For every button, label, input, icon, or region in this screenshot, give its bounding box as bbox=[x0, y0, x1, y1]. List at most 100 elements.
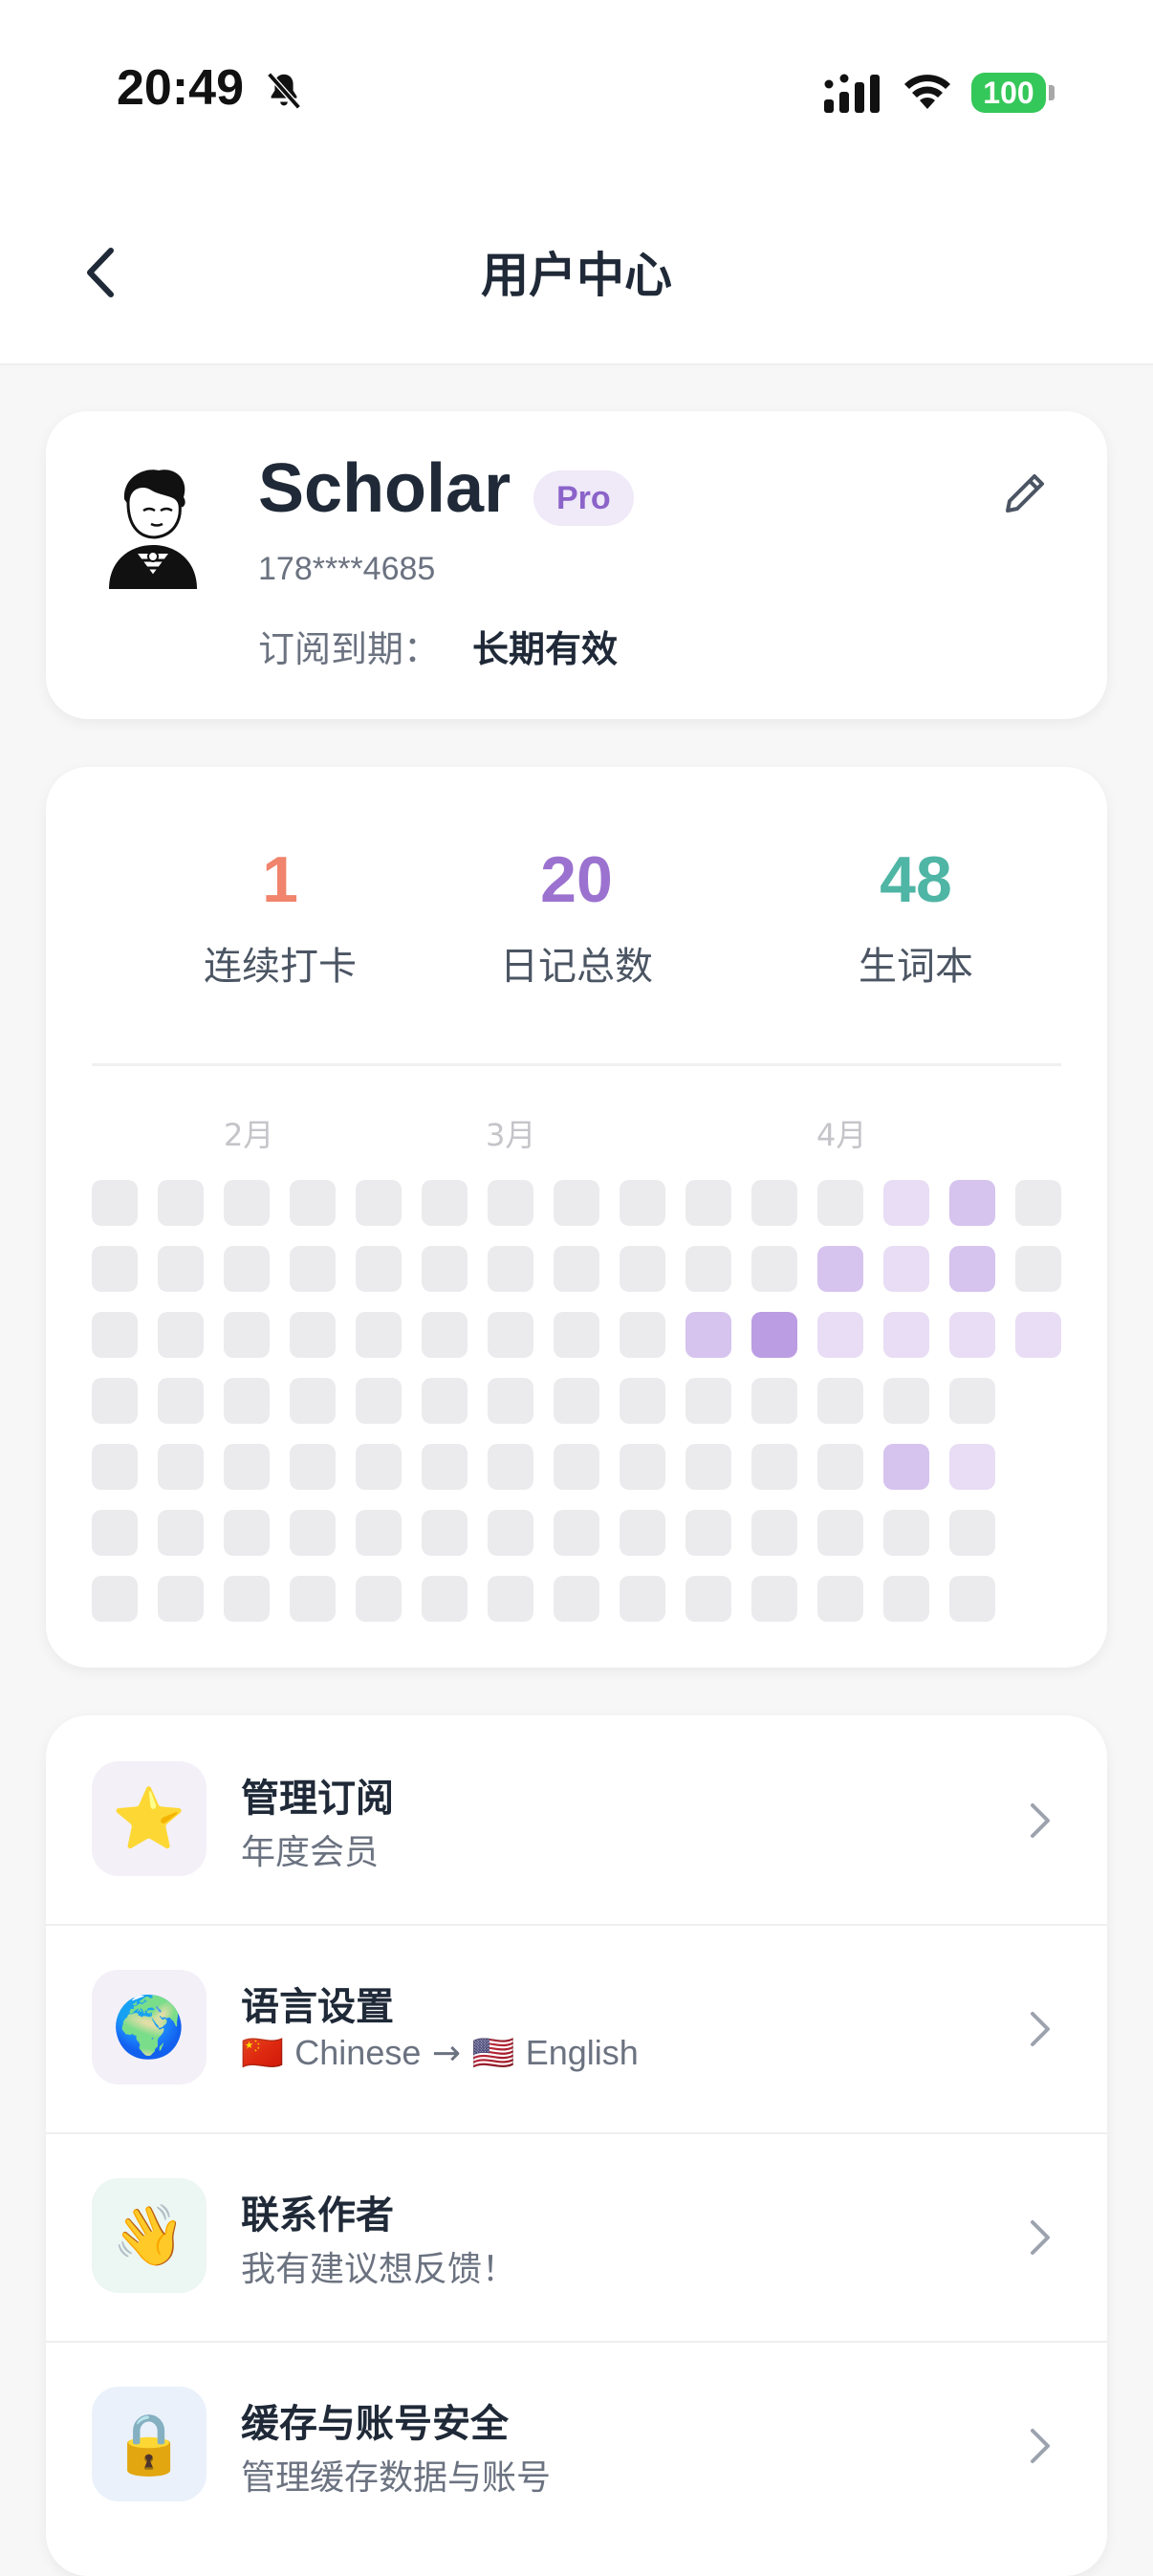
status-bar: 20:49 100 bbox=[0, 0, 1153, 182]
heatmap-cell bbox=[488, 1246, 533, 1292]
heatmap-cell bbox=[290, 1180, 336, 1226]
heatmap-cell bbox=[290, 1378, 336, 1424]
heatmap-cell bbox=[92, 1444, 138, 1490]
heatmap-cell bbox=[554, 1444, 599, 1490]
heatmap-cell bbox=[817, 1576, 863, 1622]
heatmap-cell bbox=[422, 1312, 468, 1358]
heatmap-cell bbox=[422, 1444, 468, 1490]
heatmap-cell bbox=[751, 1378, 797, 1424]
menu-title: 管理订阅 bbox=[241, 1777, 394, 1821]
heatmap-cell bbox=[685, 1510, 731, 1556]
heatmap-cell bbox=[949, 1312, 995, 1358]
chevron-right-icon bbox=[1031, 2012, 1050, 2046]
heatmap-cell bbox=[488, 1378, 533, 1424]
navigation-bar: 用户中心 bbox=[0, 182, 1153, 365]
heatmap-cell bbox=[1015, 1312, 1061, 1358]
battery-tip bbox=[1049, 85, 1055, 100]
status-time: 20:49 bbox=[117, 60, 244, 116]
heatmap-cell bbox=[554, 1510, 599, 1556]
heatmap-cell bbox=[685, 1180, 731, 1226]
heatmap-cell bbox=[290, 1312, 336, 1358]
heatmap-cell bbox=[751, 1246, 797, 1292]
heatmap-cell bbox=[92, 1576, 138, 1622]
user-name: Scholar bbox=[258, 450, 511, 527]
divider bbox=[92, 1063, 1061, 1066]
battery-indicator: 100 bbox=[971, 73, 1046, 113]
heatmap-cell bbox=[554, 1180, 599, 1226]
pro-badge: Pro bbox=[533, 470, 634, 526]
stat-diary-total[interactable]: 20 日记总数 bbox=[433, 841, 720, 991]
heatmap-cell bbox=[488, 1576, 533, 1622]
heatmap-cell bbox=[949, 1444, 995, 1490]
heatmap-cell bbox=[422, 1246, 468, 1292]
menu-title: 语言设置 bbox=[241, 1985, 394, 2029]
heatmap-cell bbox=[290, 1510, 336, 1556]
wifi-icon bbox=[904, 75, 950, 109]
stat-vocabulary[interactable]: 48 生词本 bbox=[772, 841, 1059, 991]
menu-item-subscription[interactable]: ⭐ 管理订阅 年度会员 bbox=[46, 1715, 1107, 1926]
heatmap-cell bbox=[356, 1312, 402, 1358]
heatmap-cell bbox=[949, 1510, 995, 1556]
heatmap-cell bbox=[554, 1378, 599, 1424]
heatmap-cell bbox=[751, 1510, 797, 1556]
heatmap-cell bbox=[290, 1576, 336, 1622]
heatmap-cell bbox=[751, 1444, 797, 1490]
page-title: 用户中心 bbox=[481, 248, 672, 303]
month-label-apr: 4月 bbox=[816, 1117, 867, 1153]
heatmap-cell bbox=[224, 1378, 270, 1424]
heatmap-cell bbox=[685, 1378, 731, 1424]
heatmap-cell bbox=[554, 1246, 599, 1292]
heatmap-cell bbox=[883, 1576, 929, 1622]
stat-diary-label: 日记总数 bbox=[500, 945, 653, 989]
phone-number: 178****4685 bbox=[258, 551, 436, 587]
menu-subtitle-languages: 🇨🇳 Chinese → 🇺🇸 English bbox=[241, 2033, 639, 2073]
heatmap-cell bbox=[92, 1246, 138, 1292]
heatmap-cell bbox=[356, 1576, 402, 1622]
heatmap-cell bbox=[158, 1246, 204, 1292]
target-language: English bbox=[525, 2033, 639, 2072]
menu-title: 联系作者 bbox=[241, 2194, 394, 2238]
heatmap-cell bbox=[224, 1246, 270, 1292]
menu-item-language[interactable]: 🌍 语言设置 🇨🇳 Chinese → 🇺🇸 English bbox=[46, 1924, 1107, 2134]
heatmap-cell bbox=[620, 1180, 665, 1226]
subscription-label: 订阅到期： bbox=[258, 628, 441, 670]
heatmap-cell bbox=[422, 1510, 468, 1556]
heatmap-cell bbox=[356, 1444, 402, 1490]
heatmap-cell bbox=[817, 1246, 863, 1292]
stat-streak-label: 连续打卡 bbox=[204, 945, 357, 989]
stat-streak[interactable]: 1 连续打卡 bbox=[137, 841, 424, 991]
heatmap-cell bbox=[158, 1378, 204, 1424]
china-flag-icon: 🇨🇳 bbox=[241, 2034, 284, 2073]
heatmap-cell bbox=[488, 1444, 533, 1490]
heatmap-cell bbox=[620, 1510, 665, 1556]
heatmap-cell bbox=[883, 1312, 929, 1358]
heatmap-cell bbox=[949, 1180, 995, 1226]
menu-subtitle: 管理缓存数据与账号 bbox=[241, 2458, 552, 2498]
profile-card: Scholar Pro 178****4685 订阅到期： 长期有效 bbox=[46, 411, 1107, 719]
us-flag-icon: 🇺🇸 bbox=[471, 2034, 515, 2073]
stats-card: 1 连续打卡 20 日记总数 48 生词本 2月 3月 4月 bbox=[46, 767, 1107, 1668]
menu-subtitle: 我有建议想反馈！ bbox=[241, 2250, 517, 2289]
heatmap-cell bbox=[224, 1444, 270, 1490]
heatmap-cell bbox=[554, 1576, 599, 1622]
heatmap-cell bbox=[92, 1510, 138, 1556]
heatmap-cell bbox=[620, 1444, 665, 1490]
heatmap-cell bbox=[290, 1444, 336, 1490]
heatmap-cell bbox=[751, 1576, 797, 1622]
subscription-value: 长期有效 bbox=[472, 628, 619, 670]
arrow-right-icon: → bbox=[431, 2034, 461, 2073]
heatmap-cell bbox=[488, 1312, 533, 1358]
heatmap-cell bbox=[158, 1180, 204, 1226]
menu-subtitle: 年度会员 bbox=[241, 1833, 380, 1872]
heatmap-cell bbox=[817, 1378, 863, 1424]
heatmap-cell bbox=[817, 1180, 863, 1226]
menu-item-security[interactable]: 🔒 缓存与账号安全 管理缓存数据与账号 bbox=[46, 2341, 1107, 2549]
avatar[interactable] bbox=[96, 461, 210, 595]
menu-item-contact[interactable]: 👋 联系作者 我有建议想反馈！ bbox=[46, 2132, 1107, 2343]
edit-pencil-icon[interactable] bbox=[998, 467, 1052, 520]
heatmap-cell bbox=[488, 1510, 533, 1556]
heatmap-cell bbox=[356, 1180, 402, 1226]
heatmap-cell bbox=[685, 1312, 731, 1358]
heatmap-cell bbox=[224, 1510, 270, 1556]
heatmap-cell bbox=[92, 1378, 138, 1424]
